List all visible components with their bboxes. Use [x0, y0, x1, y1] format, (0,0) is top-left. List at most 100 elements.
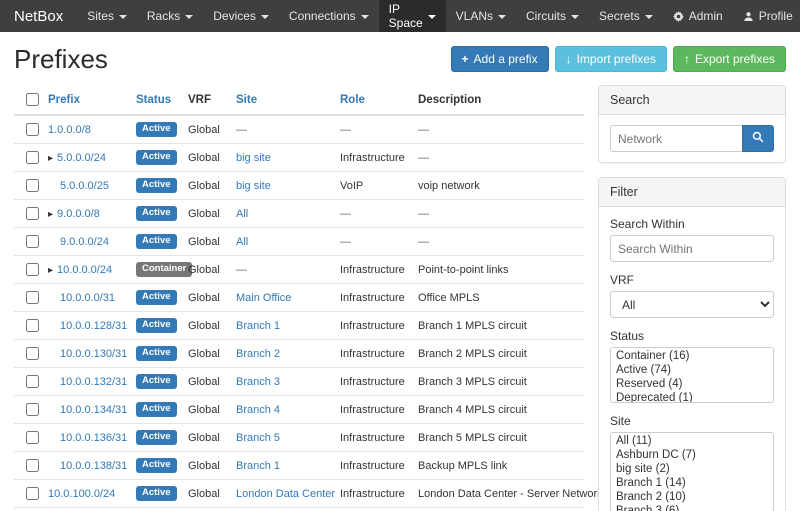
filter-option[interactable]: All (11) — [612, 434, 772, 448]
status-filter-select[interactable]: Container (16)Active (74)Reserved (4)Dep… — [610, 347, 774, 403]
row-checkbox[interactable] — [26, 235, 39, 248]
column-header-status[interactable]: Status — [128, 85, 180, 115]
status-cell: Active — [128, 115, 180, 144]
row-checkbox[interactable] — [26, 123, 39, 136]
search-panel-heading: Search — [599, 86, 785, 115]
nav-item-vlans[interactable]: VLANs — [446, 0, 516, 32]
site-link[interactable]: Branch 5 — [236, 432, 280, 444]
site-link[interactable]: big site — [236, 180, 271, 192]
row-checkbox[interactable] — [26, 179, 39, 192]
nav-item-admin[interactable]: Admin — [663, 0, 733, 32]
filter-option[interactable]: Branch 2 (10) — [612, 490, 772, 504]
role-cell: Infrastructure — [332, 424, 410, 452]
prefix-link[interactable]: 10.0.0.132/31 — [60, 376, 127, 388]
search-button[interactable] — [742, 125, 774, 152]
empty-value: — — [340, 208, 351, 220]
filter-option[interactable]: Ashburn DC (7) — [612, 448, 772, 462]
nav-item-ip-space[interactable]: IP Space — [379, 0, 446, 32]
site-link[interactable]: big site — [236, 152, 271, 164]
column-header-site[interactable]: Site — [228, 85, 332, 115]
prefix-link[interactable]: 9.0.0.0/8 — [57, 208, 100, 220]
select-all-checkbox[interactable] — [26, 93, 39, 106]
site-cell: Branch 2 — [228, 340, 332, 368]
nav-item-devices[interactable]: Devices — [203, 0, 279, 32]
add-prefix-button[interactable]: + Add a prefix — [451, 46, 549, 72]
row-checkbox[interactable] — [26, 347, 39, 360]
description-cell: Backup MPLS link — [410, 452, 584, 480]
prefix-link[interactable]: 10.0.0.138/31 — [60, 460, 127, 472]
row-checkbox-cell — [14, 452, 40, 480]
row-checkbox[interactable] — [26, 375, 39, 388]
row-checkbox[interactable] — [26, 151, 39, 164]
app-brand[interactable]: NetBox — [0, 0, 77, 32]
site-link[interactable]: Branch 2 — [236, 348, 280, 360]
vrf-select[interactable]: All — [610, 291, 774, 318]
chevron-down-icon — [361, 15, 369, 19]
filter-option[interactable]: Container (16) — [612, 349, 772, 363]
site-link[interactable]: Branch 1 — [236, 460, 280, 472]
nav-item-sites[interactable]: Sites — [77, 0, 137, 32]
nav-item-connections[interactable]: Connections — [279, 0, 379, 32]
row-checkbox[interactable] — [26, 459, 39, 472]
empty-value: — — [418, 124, 429, 136]
row-checkbox[interactable] — [26, 431, 39, 444]
column-header-prefix[interactable]: Prefix — [40, 85, 128, 115]
filter-option[interactable]: Branch 3 (6) — [612, 504, 772, 511]
table-row: 10.0.0.138/31ActiveGlobalBranch 1Infrast… — [14, 452, 584, 480]
filter-option[interactable]: big site (2) — [612, 462, 772, 476]
prefix-link[interactable]: 10.0.0.128/31 — [60, 320, 127, 332]
site-link[interactable]: All — [236, 208, 248, 220]
role-cell: Infrastructure — [332, 256, 410, 284]
site-link[interactable]: London Data Center — [236, 488, 335, 500]
nav-item-profile[interactable]: Profile — [733, 0, 800, 32]
site-link[interactable]: Branch 3 — [236, 376, 280, 388]
prefix-link[interactable]: 10.0.0.0/31 — [60, 292, 115, 304]
filter-option[interactable]: Branch 1 (14) — [612, 476, 772, 490]
nav-item-circuits[interactable]: Circuits — [516, 0, 589, 32]
prefix-link[interactable]: 10.0.0.134/31 — [60, 404, 127, 416]
row-checkbox[interactable] — [26, 207, 39, 220]
row-checkbox[interactable] — [26, 487, 39, 500]
prefix-link[interactable]: 10.0.100.0/24 — [48, 488, 115, 500]
nav-item-secrets[interactable]: Secrets — [589, 0, 663, 32]
import-icon: ↓ — [566, 53, 572, 65]
site-link[interactable]: Branch 1 — [236, 320, 280, 332]
column-header-role[interactable]: Role — [332, 85, 410, 115]
status-badge: Active — [136, 430, 177, 444]
prefix-link[interactable]: 10.0.0.130/31 — [60, 348, 127, 360]
site-link[interactable]: All — [236, 236, 248, 248]
prefix-cell: 5.0.0.0/25 — [40, 172, 128, 200]
prefix-link[interactable]: 10.0.0.136/31 — [60, 432, 127, 444]
site-link[interactable]: Main Office — [236, 292, 291, 304]
row-checkbox[interactable] — [26, 291, 39, 304]
prefix-link[interactable]: 1.0.0.0/8 — [48, 124, 91, 136]
filter-option[interactable]: Active (74) — [612, 363, 772, 377]
row-checkbox[interactable] — [26, 403, 39, 416]
export-prefixes-button[interactable]: ↑ Export prefixes — [673, 46, 786, 72]
site-filter-select[interactable]: All (11)Ashburn DC (7)big site (2)Branch… — [610, 432, 774, 511]
site-link[interactable]: Branch 4 — [236, 404, 280, 416]
prefix-link[interactable]: 5.0.0.0/24 — [57, 152, 106, 164]
vrf-label: VRF — [610, 273, 774, 287]
nav-item-racks[interactable]: Racks — [137, 0, 203, 32]
prefix-link[interactable]: 9.0.0.0/24 — [60, 236, 109, 248]
row-checkbox-cell — [14, 424, 40, 452]
prefix-cell: ▸5.0.0.0/24 — [40, 144, 128, 172]
navbar: NetBox SitesRacksDevicesConnectionsIP Sp… — [0, 0, 800, 32]
status-label: Status — [610, 329, 774, 343]
filter-option[interactable]: Deprecated (1) — [612, 391, 772, 403]
prefix-link[interactable]: 5.0.0.0/25 — [60, 180, 109, 192]
filter-option[interactable]: Reserved (4) — [612, 377, 772, 391]
site-cell: Branch 3 — [228, 368, 332, 396]
status-cell: Active — [128, 228, 180, 256]
row-checkbox[interactable] — [26, 263, 39, 276]
role-cell: — — [332, 508, 410, 511]
description-cell: Branch 5 MPLS circuit — [410, 424, 584, 452]
search-within-input[interactable] — [610, 235, 774, 262]
search-input[interactable] — [610, 125, 742, 152]
row-checkbox[interactable] — [26, 319, 39, 332]
site-cell: Branch 1 — [228, 312, 332, 340]
prefix-link[interactable]: 10.0.0.0/24 — [57, 264, 112, 276]
import-prefixes-button[interactable]: ↓ Import prefixes — [555, 46, 667, 72]
description-cell: — — [410, 144, 584, 172]
